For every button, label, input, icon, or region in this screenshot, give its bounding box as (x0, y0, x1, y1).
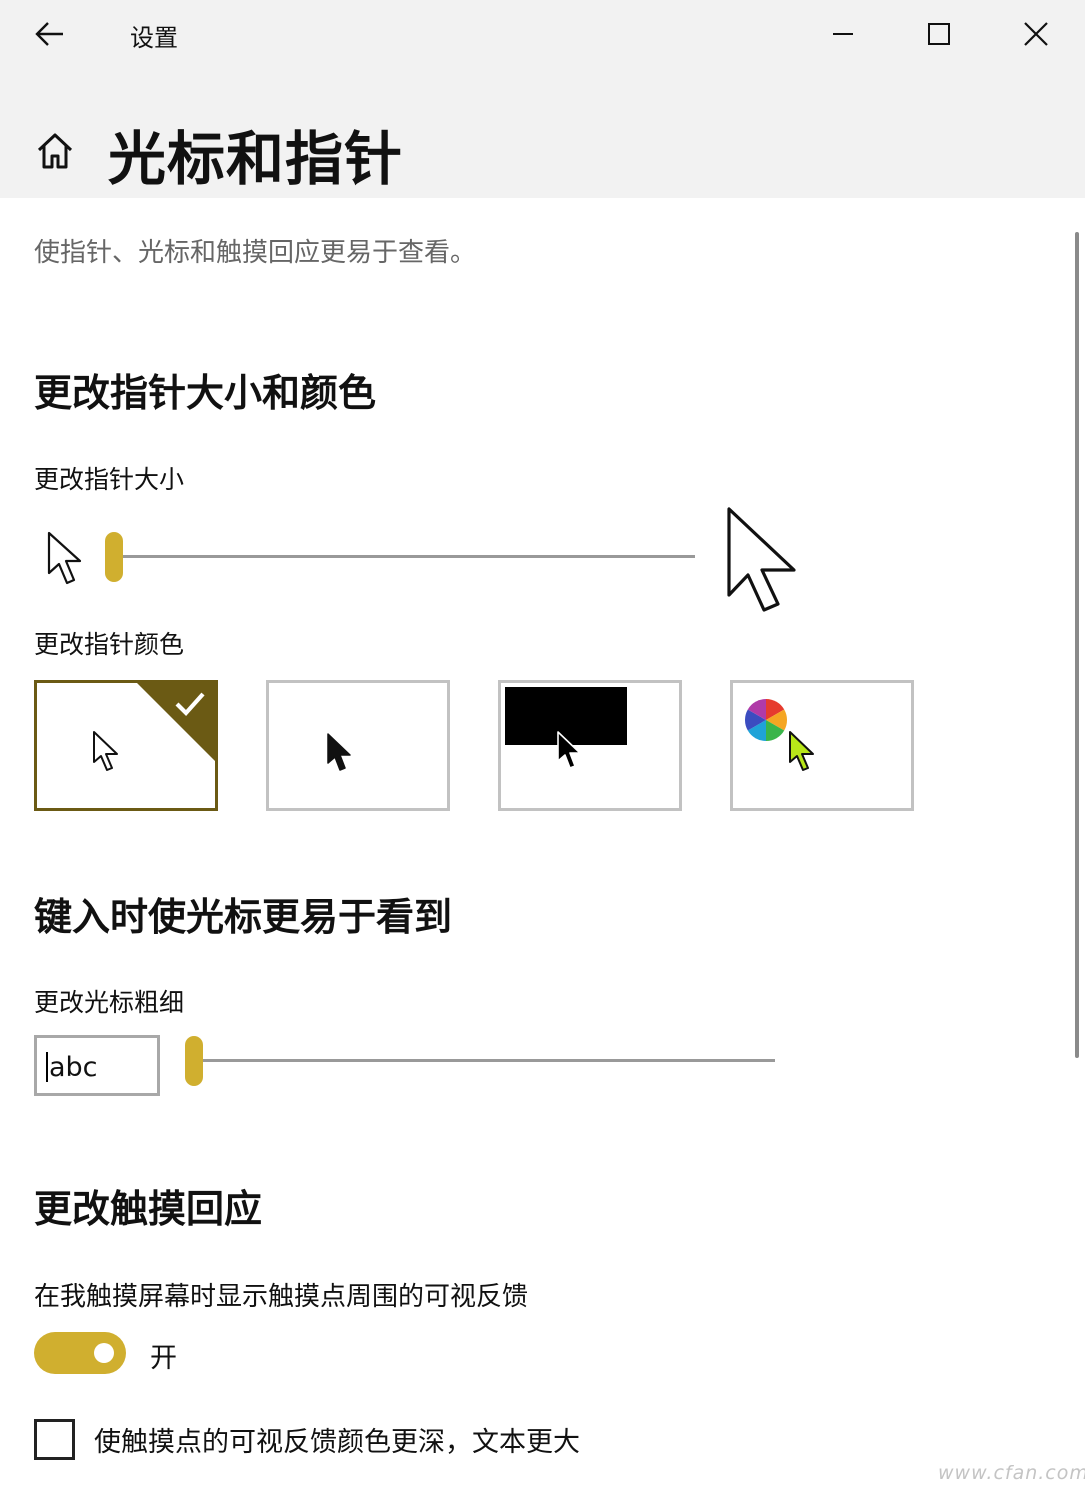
maximize-button[interactable] (911, 10, 967, 58)
watermark: www.cfan.com.cn (938, 1462, 1085, 1484)
minimize-icon (833, 33, 853, 35)
pointer-section-heading: 更改指针大小和颜色 (34, 371, 377, 415)
pointer-size-slider[interactable] (112, 555, 695, 558)
darker-feedback-checkbox[interactable] (34, 1419, 75, 1460)
touch-feedback-toggle[interactable] (34, 1332, 126, 1374)
small-pointer-icon (47, 531, 82, 585)
large-pointer-icon (727, 507, 796, 612)
arrow-left-icon (35, 22, 63, 46)
home-button[interactable] (34, 130, 76, 172)
color-wheel-icon (744, 699, 788, 741)
text-caret (46, 1052, 48, 1082)
checkmark-icon (175, 692, 205, 717)
cursor-thickness-slider[interactable] (192, 1059, 775, 1062)
white-pointer-icon (93, 731, 118, 771)
custom-color-pointer-icon (789, 731, 814, 771)
page-description: 使指针、光标和触摸回应更易于查看。 (34, 238, 477, 268)
cursor-thickness-preview: abc (34, 1035, 160, 1096)
pointer-color-label: 更改指针颜色 (34, 630, 185, 659)
pointer-size-slider-thumb[interactable] (105, 532, 123, 582)
pointer-color-black[interactable] (266, 680, 450, 811)
close-icon (1024, 22, 1048, 46)
pointer-color-inverted[interactable] (498, 680, 682, 811)
cursor-preview-text: abc (49, 1052, 98, 1083)
page-title: 光标和指针 (108, 125, 404, 193)
cursor-section-heading: 键入时使光标更易于看到 (34, 895, 453, 939)
inverted-pointer-icon (557, 731, 581, 769)
maximize-icon (928, 23, 950, 45)
close-button[interactable] (1008, 10, 1064, 58)
cursor-thickness-slider-thumb[interactable] (185, 1036, 203, 1086)
minimize-button[interactable] (815, 10, 871, 58)
pointer-color-white[interactable] (34, 680, 218, 811)
title-bar: 设置 光标和指针 (0, 0, 1085, 198)
cursor-thickness-label: 更改光标粗细 (34, 988, 185, 1017)
touch-section-heading: 更改触摸回应 (34, 1187, 263, 1231)
app-title: 设置 (130, 24, 178, 52)
toggle-state-label: 开 (150, 1343, 177, 1374)
pointer-size-label: 更改指针大小 (34, 465, 185, 494)
vertical-scrollbar[interactable] (1075, 232, 1079, 1058)
touch-feedback-label: 在我触摸屏幕时显示触摸点周围的可视反馈 (34, 1282, 529, 1312)
toggle-knob (94, 1343, 114, 1363)
pointer-color-custom[interactable] (730, 680, 914, 811)
darker-feedback-label: 使触摸点的可视反馈颜色更深，文本更大 (94, 1427, 580, 1458)
black-pointer-icon (327, 733, 351, 771)
home-icon (37, 133, 73, 169)
back-button[interactable] (28, 12, 72, 56)
